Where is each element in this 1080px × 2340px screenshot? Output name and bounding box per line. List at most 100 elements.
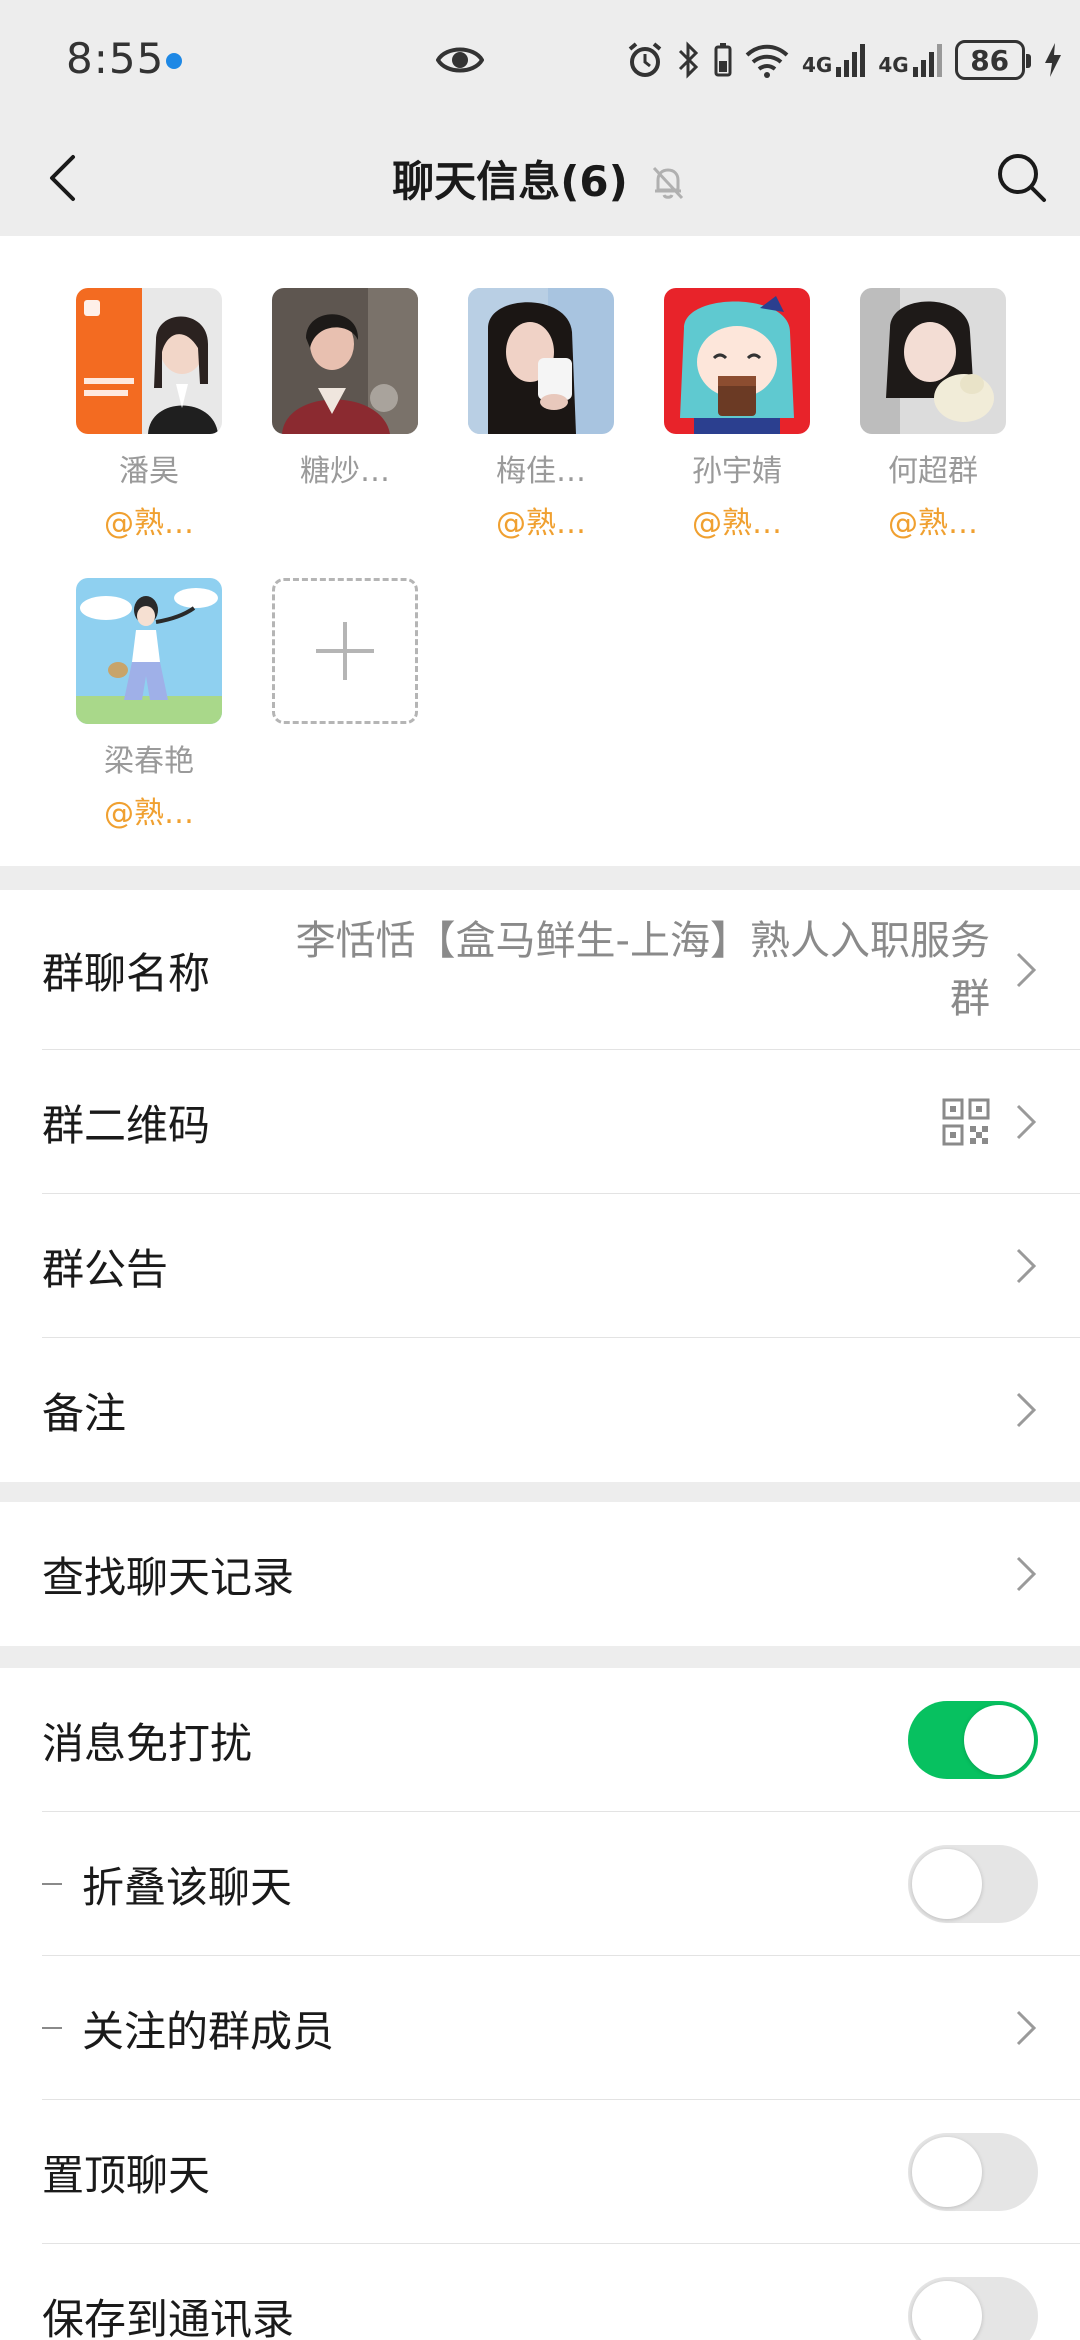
mute-toggle[interactable]	[908, 1701, 1038, 1779]
member-item[interactable]: 梁春艳 @熟…	[76, 578, 222, 832]
qr-code-icon	[942, 1098, 990, 1146]
fold-toggle[interactable]	[908, 1845, 1038, 1923]
plus-icon	[316, 622, 374, 680]
toggle-knob	[964, 1705, 1034, 1775]
member-name: 何超群	[888, 454, 978, 489]
alarm-icon	[628, 42, 662, 77]
qr-code-right	[942, 1098, 1038, 1146]
battery-indicator: 86	[954, 40, 1031, 80]
eye-icon	[436, 47, 484, 73]
avatar	[76, 578, 222, 724]
notification-dot-icon	[166, 53, 182, 69]
save-contacts-toggle[interactable]	[908, 2277, 1038, 2340]
pin-label: 置顶聊天	[42, 2150, 211, 2200]
charging-icon	[1044, 43, 1061, 77]
toggle-knob	[912, 2281, 982, 2340]
followed-members-row[interactable]: 关注的群成员	[0, 1956, 1080, 2100]
group-name-value: 李恬恬【盒马鲜生-上海】熟人入职服务群	[295, 918, 990, 1022]
avatar	[468, 288, 614, 434]
qr-code-row[interactable]: 群二维码	[0, 1050, 1080, 1194]
pin-toggle[interactable]	[908, 2133, 1038, 2211]
indent-dash	[42, 2027, 62, 2029]
search-history-right	[1014, 1554, 1038, 1594]
search-history-label: 查找聊天记录	[42, 1552, 295, 1602]
signal-1: 4G	[802, 43, 866, 77]
pin-right	[908, 2133, 1038, 2211]
group-name-label: 群聊名称	[42, 948, 211, 998]
search-icon	[998, 154, 1046, 202]
wifi-icon	[745, 44, 789, 78]
group-name-right: 李恬恬【盒马鲜生-上海】熟人入职服务群	[260, 912, 1038, 1028]
chevron-right-icon	[1016, 952, 1037, 988]
network-type-2: 4G	[878, 53, 909, 77]
group-info-section: 群聊名称 李恬恬【盒马鲜生-上海】熟人入职服务群 群二维码 群公告 备注	[0, 890, 1080, 1482]
chevron-right-icon	[1016, 1392, 1037, 1428]
mute-label: 消息免打扰	[42, 1718, 253, 1768]
save-contacts-right	[908, 2277, 1038, 2340]
nav-title-group: 聊天信息(6)	[0, 148, 1080, 209]
announcement-row[interactable]: 群公告	[0, 1194, 1080, 1338]
member-tag: @熟…	[692, 506, 782, 541]
network-type-1: 4G	[802, 53, 833, 77]
toggle-knob	[912, 1849, 982, 1919]
remark-right	[1014, 1390, 1038, 1430]
signal-bars-icon	[836, 44, 866, 77]
member-item[interactable]: 孙宇婧 @熟…	[664, 288, 810, 542]
remark-label: 备注	[42, 1388, 127, 1438]
save-contacts-row: 保存到通讯录	[0, 2244, 1080, 2340]
search-section: 查找聊天记录	[0, 1502, 1080, 1646]
announcement-label: 群公告	[42, 1244, 169, 1294]
indent-dash	[42, 1883, 62, 1885]
toggle-knob	[912, 2137, 982, 2207]
chevron-right-icon	[1016, 1248, 1037, 1284]
chevron-right-icon	[1016, 2010, 1037, 2046]
member-item[interactable]: 潘昊 @熟…	[76, 288, 222, 542]
followed-members-label: 关注的群成员	[82, 2006, 335, 2056]
fold-row: 折叠该聊天	[0, 1812, 1080, 1956]
add-member-button[interactable]	[272, 578, 418, 724]
pin-row: 置顶聊天	[0, 2100, 1080, 2244]
member-name: 孙宇婧	[692, 454, 782, 489]
battery-small-icon	[714, 43, 732, 77]
chat-info-screen: 8:55 4G 4G 86 聊天信息(6) 潘昊 @熟… 糖炒… 梅佳… @熟……	[0, 0, 1080, 2340]
status-icons: 4G 4G 86	[626, 36, 1063, 84]
mute-right	[908, 1701, 1038, 1779]
chevron-right-icon	[1016, 1556, 1037, 1592]
remark-row[interactable]: 备注	[0, 1338, 1080, 1482]
page-title: 聊天信息(6)	[392, 157, 628, 206]
signal-bars-icon	[912, 44, 942, 77]
avatar	[272, 288, 418, 434]
avatar	[664, 288, 810, 434]
member-item[interactable]: 梅佳… @熟…	[468, 288, 614, 542]
bell-off-icon	[652, 166, 683, 199]
announcement-right	[1014, 1246, 1038, 1286]
fold-label: 折叠该聊天	[82, 1862, 293, 1912]
member-grid: 潘昊 @熟… 糖炒… 梅佳… @熟… 孙宇婧 @熟… 何超群 @熟… 梁春艳 @…	[0, 236, 1080, 866]
fold-right	[908, 1845, 1038, 1923]
avatar	[860, 288, 1006, 434]
followed-members-right	[1014, 2008, 1038, 2048]
mute-row: 消息免打扰	[0, 1668, 1080, 1812]
nav-bar: 聊天信息(6)	[0, 120, 1080, 236]
bluetooth-icon	[678, 41, 699, 79]
member-name: 梁春艳	[104, 744, 194, 779]
status-bar: 8:55 4G 4G 86	[0, 0, 1080, 120]
status-time: 8:55	[66, 34, 165, 83]
group-name-row[interactable]: 群聊名称 李恬恬【盒马鲜生-上海】熟人入职服务群	[0, 890, 1080, 1050]
member-tag: @熟…	[104, 506, 194, 541]
member-name: 潘昊	[119, 454, 179, 489]
avatar	[76, 288, 222, 434]
qr-code-label: 群二维码	[42, 1100, 211, 1150]
member-name: 梅佳…	[496, 454, 586, 489]
signal-2: 4G	[878, 43, 942, 77]
member-item[interactable]: 何超群 @熟…	[860, 288, 1006, 542]
member-tag: @熟…	[496, 506, 586, 541]
member-tag: @熟…	[104, 796, 194, 831]
chevron-right-icon	[1016, 1104, 1037, 1140]
search-history-row[interactable]: 查找聊天记录	[0, 1502, 1080, 1646]
add-member-box[interactable]	[272, 578, 418, 724]
settings-section: 消息免打扰 折叠该聊天 关注的群成员 置顶聊天 保存到通讯录	[0, 1668, 1080, 2340]
search-button[interactable]	[990, 146, 1054, 210]
member-item[interactable]: 糖炒…	[272, 288, 418, 498]
save-contacts-label: 保存到通讯录	[42, 2294, 295, 2340]
